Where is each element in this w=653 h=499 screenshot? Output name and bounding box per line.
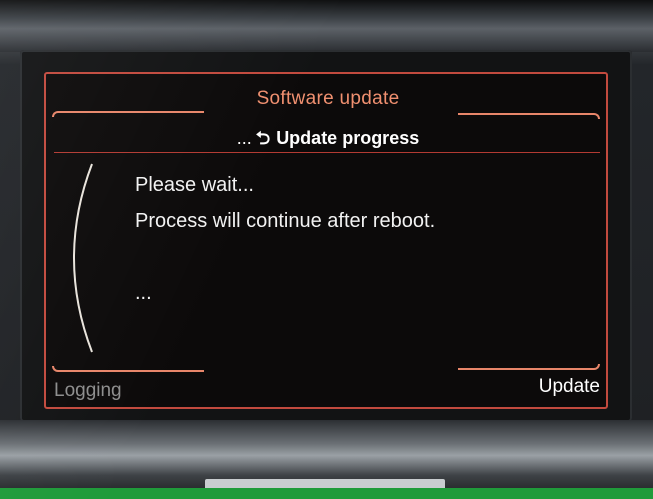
subtitle-label: Update progress <box>276 128 420 148</box>
header-divider <box>54 152 600 153</box>
logging-softkey[interactable]: Logging <box>54 380 122 402</box>
title-ornament-left <box>52 111 204 117</box>
background-strip <box>0 488 653 499</box>
footer-ornament-right <box>458 364 600 370</box>
breadcrumb-ellipsis: ... <box>236 128 252 148</box>
infotainment-display: Software update ... ⮌ Update progress Plea… <box>44 72 608 409</box>
back-arrow-icon[interactable]: ⮌ <box>256 128 270 148</box>
scroll-arc <box>73 163 93 353</box>
screen-title: Software update <box>256 88 400 109</box>
car-infotainment-photo: Software update ... ⮌ Update progress Plea… <box>0 0 653 499</box>
status-message: Process will continue after reboot. <box>135 210 436 232</box>
title-ornament-right <box>458 113 600 119</box>
progress-ellipsis: ... <box>135 282 152 304</box>
status-message: Please wait... <box>135 174 254 196</box>
top-bezel <box>0 0 653 52</box>
footer-ornament-left <box>52 366 204 372</box>
update-softkey[interactable]: Update <box>539 376 600 398</box>
